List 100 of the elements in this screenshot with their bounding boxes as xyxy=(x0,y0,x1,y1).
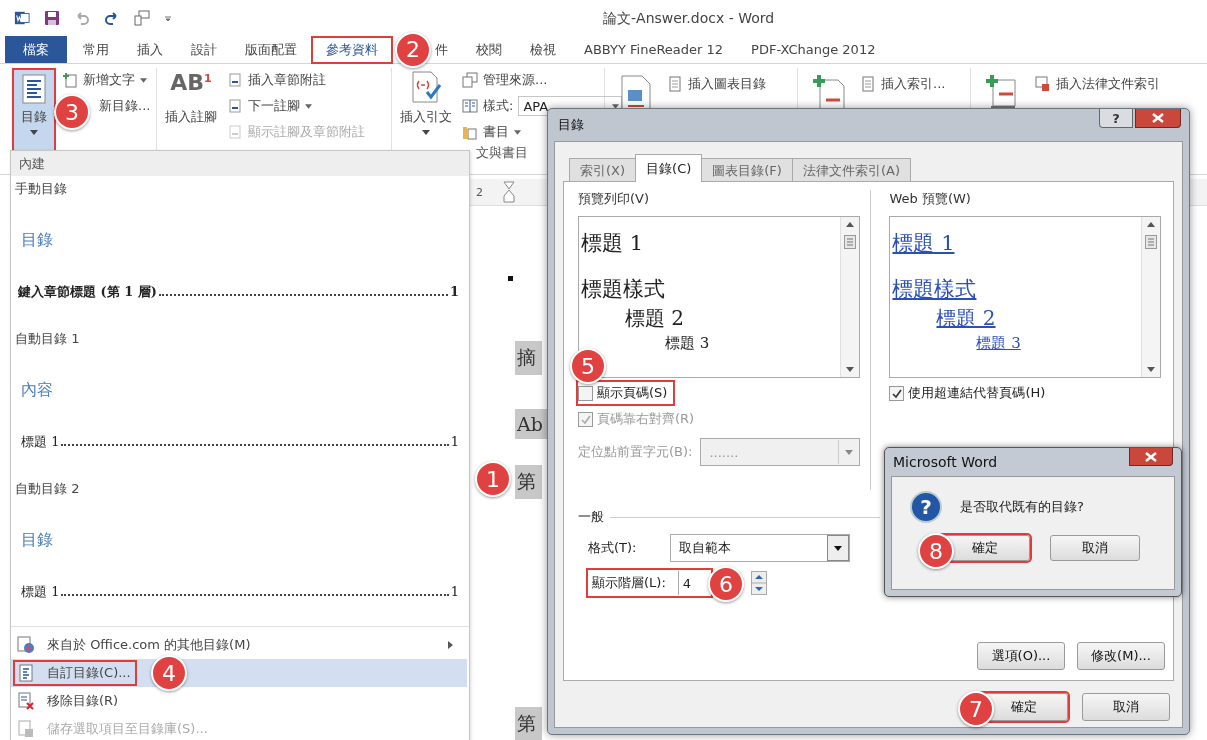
heading-text: 第 xyxy=(515,707,542,740)
sources-icon xyxy=(462,72,478,88)
group-label: 文與書目 xyxy=(476,144,528,162)
dialog-title: 目錄 xyxy=(558,116,584,134)
dialog-tab[interactable]: 索引(X) xyxy=(569,158,637,182)
dialog-tab[interactable]: 圖表目錄(F) xyxy=(701,158,793,182)
ribbon-tab[interactable]: 插入 xyxy=(123,36,177,63)
paragraph-mark xyxy=(508,276,513,281)
scroll-thumb[interactable] xyxy=(844,235,857,249)
customize-caret-icon[interactable] xyxy=(164,14,172,22)
show-page-numbers-checkbox[interactable]: 顯示頁碼(S) xyxy=(578,382,674,404)
insert-citation-button[interactable]: 插入引文 xyxy=(396,68,456,142)
section-title: 一般 xyxy=(578,508,604,526)
document-list-icon xyxy=(22,74,46,104)
format-dropdown[interactable]: 取自範本 xyxy=(670,534,850,562)
spin-button[interactable] xyxy=(750,571,767,595)
caret-icon xyxy=(30,130,38,135)
ribbon-tab[interactable]: PDF-XChange 2012 xyxy=(737,36,890,63)
close-icon xyxy=(1145,451,1157,462)
ribbon-tab[interactable]: 常用 xyxy=(69,36,123,63)
ribbon-command[interactable]: 新增文字 xyxy=(83,70,147,90)
close-button[interactable] xyxy=(1135,109,1181,128)
step-badge: 8 xyxy=(918,533,954,569)
ribbon-tab[interactable]: 檢視 xyxy=(516,36,570,63)
insert-table-of-figures-button[interactable]: 插入圖表目錄 xyxy=(688,74,766,94)
scrollbar[interactable] xyxy=(840,217,860,377)
scroll-up-icon[interactable] xyxy=(846,222,855,227)
word-logo-icon xyxy=(14,10,30,26)
format-label: 格式(T): xyxy=(588,539,638,557)
caret-icon xyxy=(140,77,147,83)
ribbon-command[interactable]: 新目錄... xyxy=(99,96,151,116)
insert-index-button[interactable]: 插入索引... xyxy=(881,74,946,94)
help-button[interactable]: ? xyxy=(1099,109,1133,128)
menu-section-header: 內建 xyxy=(11,151,469,176)
dialog-button[interactable]: 修改(M)... xyxy=(1077,642,1165,670)
ribbon-tab[interactable]: 件 xyxy=(433,36,462,63)
scroll-down-icon[interactable] xyxy=(1147,367,1155,372)
dialog-tab[interactable]: 目錄(C) xyxy=(635,154,703,182)
bibliography-button[interactable]: 書目 xyxy=(483,122,521,142)
preview-heading: 標題 1 xyxy=(581,230,644,257)
gallery-item-title: 自動目錄 2 xyxy=(15,480,80,498)
gallery-item-title: 自動目錄 1 xyxy=(15,330,80,348)
heading-text: 第 xyxy=(515,465,542,499)
ribbon-command[interactable]: 下一註腳 xyxy=(248,96,312,116)
message-text: 是否取代既有的目錄? xyxy=(960,498,1084,516)
indent-marker-icon[interactable] xyxy=(503,181,515,203)
tab-leader-label: 定位點前置字元(B): xyxy=(578,443,693,461)
step-badge: 3 xyxy=(54,94,90,130)
toc-gallery-item[interactable]: 內容 標題 1 1 xyxy=(15,348,459,451)
touch-mode-icon[interactable] xyxy=(134,10,150,26)
caret-icon xyxy=(834,545,842,551)
preview-heading: 標題樣式 xyxy=(581,276,665,303)
document-icon xyxy=(17,664,35,682)
preview-link[interactable]: 標題 2 xyxy=(936,306,996,330)
message-box-title: Microsoft Word xyxy=(893,454,998,470)
web-document-icon xyxy=(17,636,35,654)
ribbon-command[interactable]: 插入章節附註 xyxy=(248,70,326,90)
preview-link[interactable]: 標題樣式 xyxy=(892,277,977,301)
style-label: 樣式: xyxy=(483,97,514,115)
question-icon: ? xyxy=(910,491,942,523)
remove-document-icon xyxy=(17,692,35,710)
ribbon-tab[interactable]: 校閱 xyxy=(462,36,516,63)
ribbon-tab[interactable]: 版面配置 xyxy=(231,36,311,63)
close-button[interactable] xyxy=(1129,448,1173,466)
ribbon-tab[interactable]: 參考資料 xyxy=(311,35,393,64)
manage-sources-button[interactable]: 管理來源... xyxy=(483,70,548,90)
style-icon xyxy=(462,98,478,114)
dialog-button[interactable]: 取消 xyxy=(1050,535,1140,561)
show-levels-control[interactable]: 顯示階層(L): 4 xyxy=(588,570,711,596)
close-icon xyxy=(1152,113,1164,123)
caret-icon xyxy=(514,129,521,135)
preview-link[interactable]: 標題 1 xyxy=(892,231,955,255)
ribbon-tab[interactable]: ABBYY FineReader 12 xyxy=(570,36,738,63)
use-hyperlinks-checkbox[interactable]: 使用超連結代替頁碼(H) xyxy=(889,382,1046,404)
footnote-icon xyxy=(227,72,243,88)
preview-heading: 標題 2 xyxy=(625,305,685,332)
toc-gallery-item[interactable]: 目錄 標題 1 1 xyxy=(15,498,459,601)
dialog-button[interactable]: 取消 xyxy=(1082,693,1170,721)
scroll-up-icon[interactable] xyxy=(1147,222,1155,227)
footnote-icon xyxy=(227,124,243,140)
ribbon-tab[interactable]: 設計 xyxy=(177,36,231,63)
dialog-button[interactable]: 選項(O)... xyxy=(977,642,1065,670)
add-text-icon xyxy=(62,72,78,88)
toc-gallery-item[interactable]: 目錄 鍵入章節標題 (第 1 層) 1 xyxy=(15,198,459,301)
gallery-item-title: 手動目錄 xyxy=(15,180,67,198)
citation-icon xyxy=(409,70,443,104)
insert-table-of-authorities-button[interactable]: 插入法律文件索引 xyxy=(1056,74,1160,94)
preview-link[interactable]: 標題 3 xyxy=(976,334,1021,352)
scroll-down-icon[interactable] xyxy=(846,367,855,372)
preview-heading: 標題 3 xyxy=(665,334,710,353)
web-preview-label: Web 預覽(W) xyxy=(889,190,971,208)
scrollbar[interactable] xyxy=(1141,217,1160,377)
scroll-thumb[interactable] xyxy=(1145,235,1157,249)
insert-footnote-button[interactable]: AB$^{1}$ 插入註腳 xyxy=(161,68,221,128)
document-icon xyxy=(667,76,683,92)
ribbon-tab[interactable]: 檔案 xyxy=(5,36,67,63)
heading-text: Ab xyxy=(515,409,549,439)
dialog-tab[interactable]: 法律文件索引(A) xyxy=(791,158,911,182)
save-icon[interactable] xyxy=(44,10,60,26)
redo-icon[interactable] xyxy=(104,10,120,26)
